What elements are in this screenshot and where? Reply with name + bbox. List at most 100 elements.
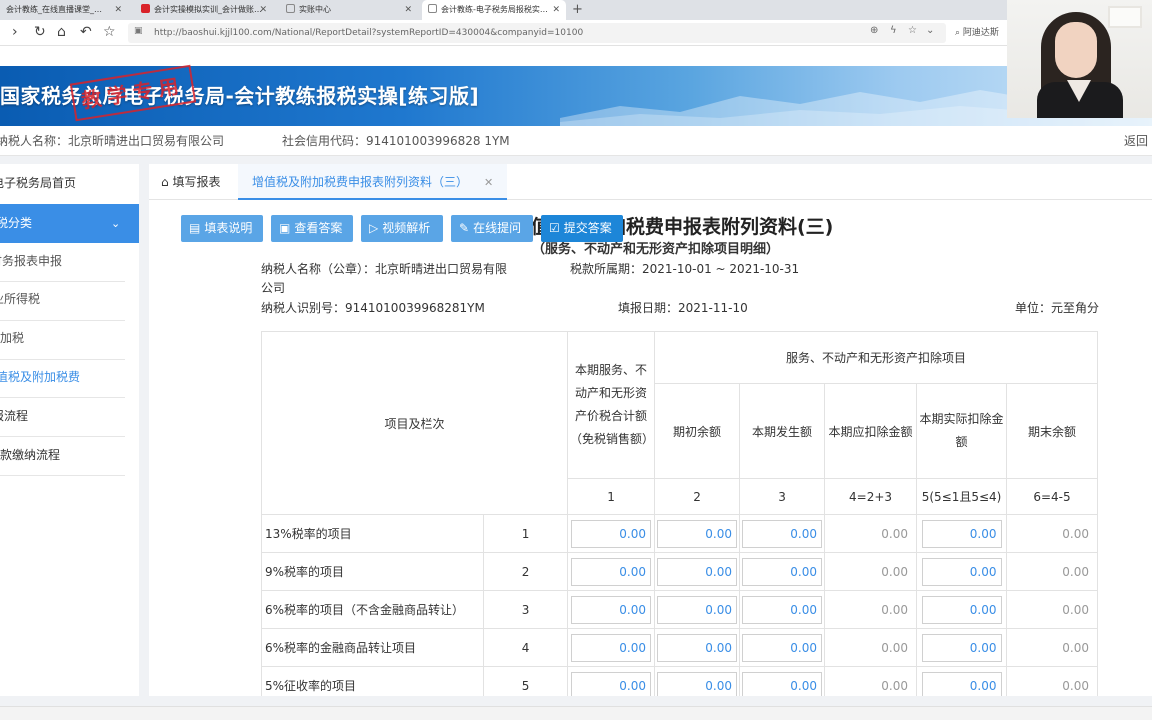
search-text: 阿迪达斯 bbox=[962, 28, 999, 38]
view-icon: ▣ bbox=[279, 221, 291, 235]
sub-header: 本期应扣除金额 bbox=[824, 383, 918, 479]
amount-cell: 0.00 bbox=[654, 552, 741, 591]
amount-cell: 0.00 bbox=[916, 628, 1008, 667]
amount-input[interactable]: 0.00 bbox=[571, 557, 652, 586]
amount-input[interactable]: 0.00 bbox=[657, 557, 738, 586]
amount-input[interactable]: 0.00 bbox=[657, 633, 738, 662]
search-box[interactable]: ⌕ 阿迪达斯 bbox=[955, 23, 1015, 43]
close-tab-icon[interactable]: ✕ bbox=[552, 0, 560, 20]
zoom-icon[interactable]: ⊕ bbox=[870, 25, 878, 36]
item-header: 项目及栏次 bbox=[260, 331, 569, 515]
new-tab-button[interactable]: + bbox=[572, 0, 583, 19]
amount-cell: 0.00 bbox=[654, 666, 741, 696]
amount-input[interactable]: 0.00 bbox=[742, 519, 823, 548]
sidebar-item-label: 附加税 bbox=[0, 331, 25, 345]
amount-input[interactable]: 0.00 bbox=[921, 557, 1002, 586]
computed-amount: 0.00 bbox=[824, 514, 918, 553]
browser-tab[interactable]: 会计实操模拟实训_会计做账… ✕ bbox=[135, 0, 273, 20]
close-tab-icon[interactable]: ✕ bbox=[404, 0, 412, 20]
row-number: 3 bbox=[482, 590, 569, 629]
home-icon[interactable]: ⌂ bbox=[57, 24, 66, 41]
row-number: 4 bbox=[482, 628, 569, 667]
amount-input[interactable]: 0.00 bbox=[571, 519, 652, 548]
view-answer-button[interactable]: ▣ 查看答案 bbox=[271, 215, 353, 242]
sidebar-item-financial-report[interactable]: 财务报表申报 bbox=[0, 242, 139, 281]
amount-input[interactable]: 0.00 bbox=[571, 671, 652, 696]
col-number: 6=4-5 bbox=[1006, 478, 1099, 515]
sidebar-item-label: 财务报表申报 bbox=[0, 254, 63, 268]
checkbox-icon: ☑ bbox=[549, 221, 560, 235]
row-label: 6%税率的金融商品转让项目 bbox=[261, 628, 484, 667]
browser-tab[interactable]: 会计教练_在线直播课堂_… ✕ bbox=[0, 0, 128, 20]
sidebar-item-label: 税款缴纳流程 bbox=[0, 448, 61, 462]
row-number: 2 bbox=[482, 552, 569, 591]
computed-amount: 0.00 bbox=[1006, 552, 1099, 591]
taxpayer-name-continued: 公司 bbox=[261, 281, 286, 295]
video-analysis-button[interactable]: ▷ 视频解析 bbox=[361, 215, 443, 242]
col-number: 4=2+3 bbox=[824, 478, 918, 515]
url-text: http://baoshui.kjjl100.com/National/Repo… bbox=[154, 28, 584, 38]
computed-amount: 0.00 bbox=[824, 666, 918, 696]
amount-input[interactable]: 0.00 bbox=[742, 671, 823, 696]
amount-input[interactable]: 0.00 bbox=[742, 557, 823, 586]
amount-input[interactable]: 0.00 bbox=[921, 519, 1002, 548]
amount-cell: 0.00 bbox=[916, 552, 1008, 591]
sidebar-item-vat[interactable]: 增值税及附加税费 bbox=[0, 358, 139, 397]
submit-answer-button[interactable]: ☑ 提交答案 bbox=[541, 215, 623, 242]
close-tab-icon[interactable]: ✕ bbox=[114, 0, 122, 20]
tax-period: 税款所属期：2021-10-01 ~ 2021-10-31 bbox=[570, 262, 800, 276]
browser-tab[interactable]: 实账中心 ✕ bbox=[280, 0, 418, 20]
tab-fill-report[interactable]: ⌂ 填写报表 bbox=[161, 164, 220, 200]
amount-cell: 0.00 bbox=[916, 514, 1008, 553]
credit-code: 社会信用代码：914101003996828 1YM bbox=[282, 134, 510, 148]
tab-attached-schedule-3[interactable]: 增值税及附加税费申报表附列资料（三） ✕ bbox=[238, 164, 508, 200]
amount-input[interactable]: 0.00 bbox=[921, 633, 1002, 662]
chevron-down-icon[interactable]: ⌄ bbox=[926, 25, 934, 36]
amount-input[interactable]: 0.00 bbox=[571, 633, 652, 662]
amount-input[interactable]: 0.00 bbox=[921, 671, 1002, 696]
sub-header: 本期实际扣除金额 bbox=[916, 383, 1008, 479]
computed-amount: 0.00 bbox=[824, 628, 918, 667]
url-field[interactable]: ▣ http://baoshui.kjjl100.com/National/Re… bbox=[128, 23, 946, 43]
browser-tab-active[interactable]: 会计教练-电子税务局报税实… ✕ bbox=[422, 0, 566, 20]
amount-input[interactable]: 0.00 bbox=[742, 595, 823, 624]
fill-date: 填报日期：2021-11-10 bbox=[618, 301, 748, 315]
close-tab-icon[interactable]: ✕ bbox=[259, 0, 267, 20]
reload-icon[interactable]: ↻ bbox=[34, 24, 46, 41]
table-row: 6%税率的金融商品转让项目 4 0.00 0.00 0.00 0.00 0.00 0.00 bbox=[261, 628, 1099, 667]
return-link[interactable]: 返回 bbox=[1124, 126, 1148, 156]
amount-input[interactable]: 0.00 bbox=[657, 519, 738, 548]
favorite-icon[interactable]: ☆ bbox=[908, 25, 917, 36]
undo-icon[interactable]: ↶ bbox=[80, 24, 92, 41]
sidebar-item-surtax[interactable]: 附加税 bbox=[0, 319, 139, 358]
amount-input[interactable]: 0.00 bbox=[657, 595, 738, 624]
row-label: 6%税率的项目（不含金融商品转让） bbox=[261, 590, 484, 629]
table-row: 5%征收率的项目 5 0.00 0.00 0.00 0.00 0.00 0.00 bbox=[261, 666, 1099, 696]
fill-instructions-button[interactable]: ▤ 填表说明 bbox=[181, 215, 263, 242]
row-label: 9%税率的项目 bbox=[261, 552, 484, 591]
sidebar: 电子税务局首页 报税分类 ⌄ 财务报表申报 企业所得税 附加税 增值税及附加税费… bbox=[0, 164, 139, 696]
amount-input[interactable]: 0.00 bbox=[657, 671, 738, 696]
amount-cell: 0.00 bbox=[916, 590, 1008, 629]
status-bar bbox=[0, 706, 1152, 720]
amount-cell: 0.00 bbox=[567, 590, 656, 629]
amount-input[interactable]: 0.00 bbox=[742, 633, 823, 662]
lightning-icon[interactable]: ϟ bbox=[890, 25, 897, 36]
sidebar-item-label: 增值税及附加税费 bbox=[0, 370, 81, 384]
page-favicon-icon bbox=[428, 4, 437, 13]
forward-icon[interactable]: › bbox=[12, 24, 18, 41]
sidebar-item-label: 报税分类 bbox=[0, 216, 33, 230]
sidebar-item-payment-process[interactable]: 税款缴纳流程 bbox=[0, 436, 139, 475]
bookmark-star-icon[interactable]: ☆ bbox=[103, 24, 116, 41]
amount-input[interactable]: 0.00 bbox=[571, 595, 652, 624]
sidebar-item-corporate-income-tax[interactable]: 企业所得税 bbox=[0, 280, 139, 319]
sidebar-item-filing-process[interactable]: 申报流程 bbox=[0, 397, 139, 436]
amount-input[interactable]: 0.00 bbox=[921, 595, 1002, 624]
sidebar-item-home[interactable]: 电子税务局首页 bbox=[0, 164, 139, 203]
browser-tab-label: 会计实操模拟实训_会计做账… bbox=[154, 5, 262, 14]
online-question-button[interactable]: ✎ 在线提问 bbox=[451, 215, 533, 242]
shelf-graphic bbox=[1108, 6, 1142, 28]
main-panel: ⌂ 填写报表 增值税及附加税费申报表附列资料（三） ✕ 增值税及附加税费申报表附列… bbox=[149, 164, 1152, 696]
sidebar-category[interactable]: 报税分类 ⌄ bbox=[0, 204, 139, 243]
close-icon[interactable]: ✕ bbox=[484, 176, 493, 189]
